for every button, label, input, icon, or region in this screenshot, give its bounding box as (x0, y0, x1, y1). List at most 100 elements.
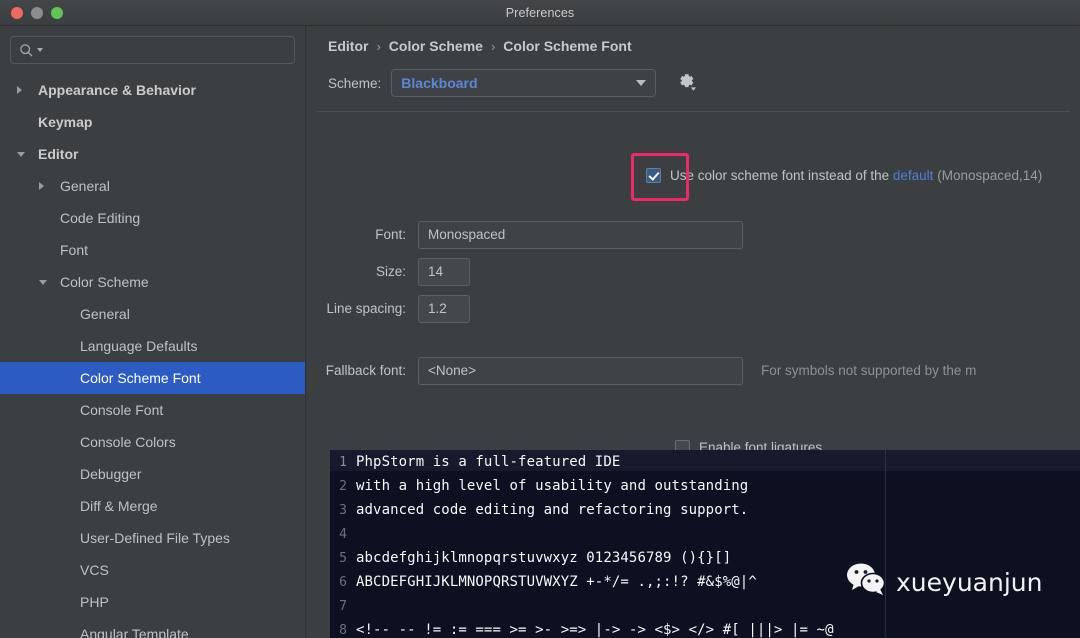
sidebar-item-keymap[interactable]: Keymap (0, 106, 305, 138)
line-spacing-value: 1.2 (428, 301, 447, 316)
fallback-font-note: For symbols not supported by the m (761, 363, 977, 378)
sidebar-item-label: PHP (80, 594, 109, 610)
sidebar-item-label: Color Scheme (60, 274, 149, 290)
line-number: 2 (339, 478, 347, 494)
line-number: 7 (339, 598, 347, 614)
sidebar-item-code-editing[interactable]: Code Editing (0, 202, 305, 234)
size-label: Size: (375, 264, 406, 279)
chevron-down-icon[interactable] (39, 279, 47, 285)
sidebar-item-vcs[interactable]: VCS (0, 554, 305, 586)
breadcrumb-separator: › (376, 38, 381, 54)
font-size-input[interactable]: 14 (418, 257, 470, 286)
window-title: Preferences (505, 5, 575, 20)
sidebar-item-debugger[interactable]: Debugger (0, 458, 305, 490)
sidebar-item-color-scheme[interactable]: Color Scheme (0, 266, 305, 298)
font-size-value: 14 (428, 264, 444, 279)
preview-code-line: 4 (330, 522, 1080, 546)
preferences-window: Preferences Appearance & Behavior Keymap… (0, 0, 1080, 638)
chevron-down-icon (636, 80, 647, 86)
sidebar-item-color-scheme-font[interactable]: Color Scheme Font (0, 362, 305, 394)
settings-tree: Appearance & Behavior Keymap Editor General… (0, 64, 305, 638)
sidebar-item-language-defaults[interactable]: Language Defaults (0, 330, 305, 362)
preview-code-line: 7 (330, 594, 1080, 618)
breadcrumb-item[interactable]: Color Scheme (389, 38, 483, 54)
sidebar-item-angular-template[interactable]: Angular Template (0, 618, 305, 638)
sidebar-item-console-colors[interactable]: Console Colors (0, 426, 305, 458)
preview-code-line: 8 <!-- -- != := === >= >- >=> |-> -> <$> … (330, 618, 1080, 638)
font-select[interactable]: Monospaced (418, 220, 743, 249)
sidebar-item-general[interactable]: General (0, 170, 305, 202)
chevron-right-icon[interactable] (17, 86, 22, 94)
size-row: Size: 14 (307, 253, 1080, 290)
default-font-link[interactable]: default (893, 168, 934, 183)
sidebar-item-label: Appearance & Behavior (38, 82, 196, 98)
line-text: <!-- -- != := === >= >- >=> |-> -> <$> <… (356, 622, 834, 638)
sidebar-search-wrap (0, 26, 305, 64)
scheme-select-value: Blackboard (401, 75, 478, 91)
line-number: 3 (339, 502, 347, 518)
sidebar-item-font[interactable]: Font (0, 234, 305, 266)
sidebar-item-php[interactable]: PHP (0, 586, 305, 618)
preview-code-line: 1 PhpStorm is a full-featured IDE (330, 450, 1080, 474)
sidebar-item-general[interactable]: General (0, 298, 305, 330)
use-color-scheme-font-checkbox[interactable] (646, 168, 661, 183)
font-label: Font: (375, 227, 406, 242)
sidebar-item-label: Console Colors (80, 434, 176, 450)
sidebar-item-user-defined-file-types[interactable]: User-Defined File Types (0, 522, 305, 554)
sidebar-item-label: Font (60, 242, 89, 258)
fallback-font-label: Fallback font: (325, 363, 406, 378)
fallback-font-row: Fallback font: <None> For symbols not su… (307, 352, 1080, 389)
sidebar-item-diff-merge[interactable]: Diff & Merge (0, 490, 305, 522)
search-dropdown-icon[interactable] (36, 46, 44, 54)
sidebar-item-label: VCS (80, 562, 109, 578)
line-text: ABCDEFGHIJKLMNOPQRSTUVWXYZ +-*/= .,;:!? … (356, 574, 757, 590)
sidebar-item-label: User-Defined File Types (80, 530, 230, 546)
use-color-scheme-font-row[interactable]: Use color scheme font instead of the def… (646, 168, 1042, 183)
scheme-label: Scheme: (328, 75, 382, 91)
breadcrumb-item[interactable]: Color Scheme Font (503, 38, 631, 54)
scheme-select[interactable]: Blackboard (391, 69, 657, 97)
preview-code-line: 2 with a high level of usability and outs… (330, 474, 1080, 498)
chevron-down-icon[interactable] (17, 151, 25, 157)
line-spacing-input[interactable]: 1.2 (418, 294, 470, 323)
line-text: abcdefghijklmnopqrstuvwxyz 0123456789 ()… (356, 550, 732, 566)
line-number: 6 (339, 574, 347, 590)
line-spacing-label: Line spacing: (326, 301, 406, 316)
sidebar-item-label: Keymap (38, 114, 93, 130)
sidebar-item-appearance-behavior[interactable]: Appearance & Behavior (0, 74, 305, 106)
fallback-font-value: <None> (428, 363, 477, 378)
breadcrumb: Editor › Color Scheme › Color Scheme Font (307, 26, 1080, 54)
sidebar-item-label: Color Scheme Font (80, 370, 201, 386)
use-color-scheme-font-text: Use color scheme font instead of the (670, 168, 890, 183)
search-input[interactable] (46, 43, 286, 57)
line-number: 4 (339, 526, 347, 542)
line-number: 1 (339, 454, 347, 470)
breadcrumb-separator: › (490, 38, 496, 54)
line-text: PhpStorm is a full-featured IDE (356, 454, 621, 470)
line-number: 8 (339, 622, 347, 638)
sidebar-item-label: Angular Template (80, 626, 189, 638)
preview-code-line: 3 advanced code editing and refactoring s… (330, 498, 1080, 522)
gear-icon[interactable] (675, 70, 697, 97)
chevron-right-icon[interactable] (39, 182, 44, 190)
fallback-font-select[interactable]: <None> (418, 356, 743, 385)
line-text: with a high level of usability and outst… (356, 478, 749, 494)
title-bar: Preferences (0, 0, 1080, 26)
sidebar-item-label: Language Defaults (80, 338, 198, 354)
sidebar-item-console-font[interactable]: Console Font (0, 394, 305, 426)
line-spacing-row: Line spacing: 1.2 (307, 290, 1080, 327)
sidebar-item-label: General (80, 306, 130, 322)
font-row: Font: Monospaced (307, 216, 1080, 253)
search-icon (19, 43, 34, 58)
scheme-row: Scheme: Blackboard (307, 54, 1080, 97)
sidebar-item-label: Debugger (80, 466, 142, 482)
use-color-scheme-font-label: Use color scheme font instead of the def… (670, 168, 1042, 183)
font-preview-editor[interactable]: 1 PhpStorm is a full-featured IDE 2 with a … (330, 450, 1080, 638)
search-box[interactable] (10, 36, 295, 64)
sidebar-item-editor[interactable]: Editor (0, 138, 305, 170)
breadcrumb-item[interactable]: Editor (328, 38, 368, 54)
sidebar-item-label: General (60, 178, 110, 194)
preview-code-line: 6 ABCDEFGHIJKLMNOPQRSTUVWXYZ +-*/= .,;:!?… (330, 570, 1080, 594)
section-divider (317, 111, 1070, 112)
default-font-description: (Monospaced,14) (937, 168, 1043, 183)
